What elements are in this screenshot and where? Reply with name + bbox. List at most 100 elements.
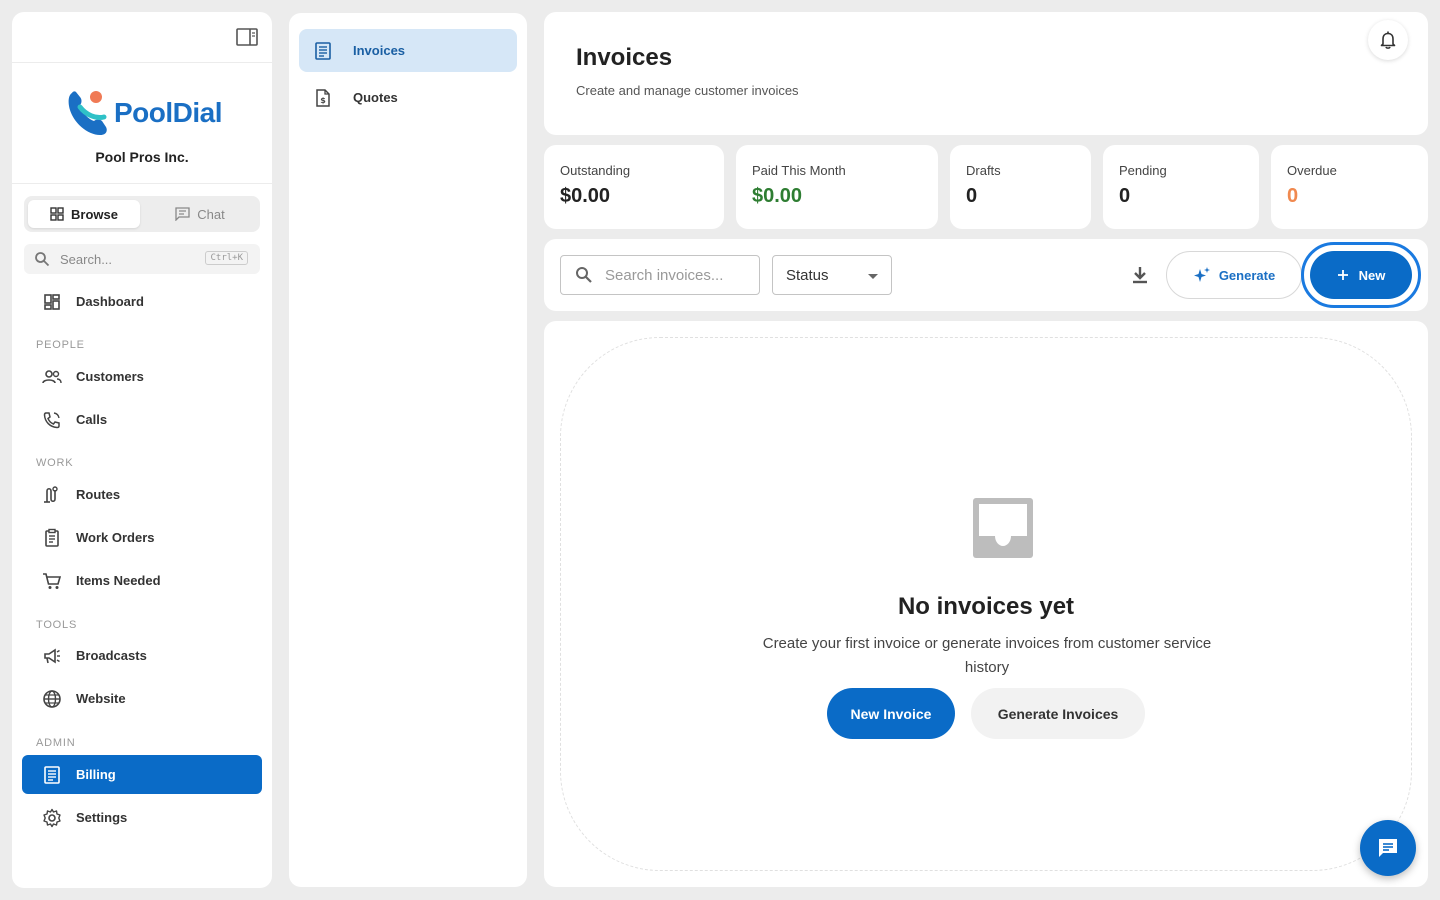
sidebar-item-label: Work Orders: [76, 530, 155, 545]
stat-card-drafts: Drafts 0: [950, 145, 1091, 229]
sidebar-item-label: Billing: [76, 767, 116, 782]
chat-tab[interactable]: Chat: [144, 200, 256, 228]
sidebar-item-website[interactable]: Website: [22, 679, 262, 718]
stat-label: Drafts: [966, 163, 1001, 178]
sidebar-item-label: Customers: [76, 369, 144, 384]
chevron-down-icon: [868, 274, 878, 279]
sidebar-item-dashboard[interactable]: Dashboard: [22, 282, 262, 321]
notifications-button[interactable]: [1368, 20, 1408, 60]
invoice-search-input[interactable]: [605, 266, 745, 284]
pooldial-logo: PoolDial: [66, 85, 226, 139]
sidebar-search-input[interactable]: [60, 251, 200, 267]
status-select-label: Status: [786, 266, 829, 284]
inbox-icon: [973, 498, 1033, 558]
bell-icon: [1380, 31, 1396, 49]
invoice-list-area: No invoices yet Create your first invoic…: [544, 321, 1428, 887]
stat-card-paid-this-month: Paid This Month $0.00: [736, 145, 938, 229]
new-invoice-cta-button[interactable]: New Invoice: [827, 688, 955, 739]
sidebar-item-billing[interactable]: Billing: [22, 755, 262, 794]
page-subtitle: Create and manage customer invoices: [576, 83, 799, 98]
logo-phone-icon: [68, 91, 107, 135]
sidebar-item-work-orders[interactable]: Work Orders: [22, 518, 262, 557]
sidebar-item-label: Dashboard: [76, 294, 144, 309]
subnav-item-label: Invoices: [353, 43, 406, 58]
browse-tab-label: Browse: [71, 206, 118, 222]
stat-card-pending: Pending 0: [1103, 145, 1259, 229]
brand-area: PoolDial Pool Pros Inc.: [12, 63, 272, 184]
section-label-tools: TOOLS: [36, 619, 78, 631]
new-button-label: New: [1358, 267, 1386, 283]
subnav-item-quotes[interactable]: $ Quotes: [299, 76, 517, 119]
phone-call-icon: [43, 411, 60, 428]
stat-value: $0.00: [560, 185, 611, 207]
stat-card-overdue: Overdue 0: [1271, 145, 1428, 229]
stat-card-outstanding: Outstanding $0.00: [544, 145, 724, 229]
empty-state-title: No invoices yet: [897, 593, 1075, 620]
billing-subnav: Invoices $ Quotes: [289, 13, 527, 887]
stat-value: 0: [1119, 185, 1131, 207]
sidebar-item-label: Items Needed: [76, 573, 161, 588]
chat-fab-button[interactable]: [1360, 820, 1416, 876]
message-icon: [1379, 839, 1397, 857]
globe-icon: [43, 689, 61, 708]
plus-icon: [1337, 270, 1348, 280]
sidebar-item-customers[interactable]: Customers: [22, 357, 262, 396]
sidebar-item-label: Settings: [76, 810, 128, 825]
gear-icon: [43, 808, 61, 827]
sidebar-item-routes[interactable]: Routes: [22, 475, 262, 514]
page-header: Invoices Create and manage customer invo…: [544, 12, 1428, 135]
subnav-item-invoices[interactable]: Invoices: [299, 29, 517, 72]
sidebar-search: Ctrl+K: [24, 244, 260, 274]
subnav-item-label: Quotes: [353, 90, 398, 105]
new-invoice-button[interactable]: New: [1310, 251, 1412, 299]
stat-value: 0: [966, 185, 978, 207]
clipboard-icon: [45, 528, 59, 547]
sidebar-item-broadcasts[interactable]: Broadcasts: [22, 636, 262, 675]
receipt-icon: [44, 765, 60, 784]
sidebar-item-items-needed[interactable]: Items Needed: [22, 561, 262, 600]
invoice-icon: [315, 41, 331, 60]
sidebar-collapse-icon[interactable]: [236, 28, 258, 46]
section-label-work: WORK: [36, 457, 74, 469]
svg-text:$: $: [320, 96, 326, 105]
sidebar-item-label: Broadcasts: [76, 648, 147, 663]
quote-document-icon: $: [316, 88, 330, 107]
browse-chat-toggle: Browse Chat: [24, 196, 260, 232]
generate-button[interactable]: Generate: [1166, 251, 1302, 299]
status-filter-select[interactable]: Status: [772, 255, 892, 295]
sidebar-item-calls[interactable]: Calls: [22, 400, 262, 439]
shopping-cart-icon: [43, 572, 62, 589]
stat-label: Overdue: [1287, 163, 1337, 178]
generate-button-label: Generate: [1218, 267, 1276, 283]
people-icon: [42, 369, 62, 383]
search-shortcut-hint: Ctrl+K: [205, 251, 248, 265]
stat-label: Pending: [1119, 163, 1167, 178]
chat-tab-label: Chat: [197, 206, 225, 222]
empty-state-description: Create your first invoice or generate in…: [762, 635, 1212, 676]
invoice-toolbar: Status Generate New: [544, 239, 1428, 311]
route-icon: [44, 485, 58, 503]
generate-invoices-button[interactable]: Generate Invoices: [971, 688, 1145, 739]
sidebar: PoolDial Pool Pros Inc. Browse Chat Sear…: [12, 12, 272, 888]
download-icon[interactable]: [1128, 263, 1152, 287]
logo-text: PoolDial: [114, 97, 223, 128]
search-icon: [35, 252, 50, 267]
dashboard-icon: [44, 293, 60, 310]
stat-label: Paid This Month: [752, 163, 846, 178]
stat-value: 0: [1287, 185, 1299, 207]
sidebar-item-label: Routes: [76, 487, 121, 502]
page-title: Invoices: [576, 44, 673, 71]
stat-label: Outstanding: [560, 163, 631, 178]
organization-name: Pool Pros Inc.: [95, 149, 189, 165]
sparkle-icon: [1193, 267, 1210, 282]
chat-bubble-icon: [175, 207, 190, 221]
empty-state: No invoices yet Create your first invoic…: [560, 337, 1412, 871]
megaphone-icon: [44, 648, 60, 663]
sidebar-item-label: Website: [76, 691, 126, 706]
section-label-admin: ADMIN: [36, 737, 76, 749]
browse-tab[interactable]: Browse: [28, 200, 140, 228]
stat-value: $0.00: [752, 185, 803, 207]
sidebar-top-bar: [12, 12, 272, 63]
grid-icon: [50, 207, 64, 221]
sidebar-item-settings[interactable]: Settings: [22, 798, 262, 837]
